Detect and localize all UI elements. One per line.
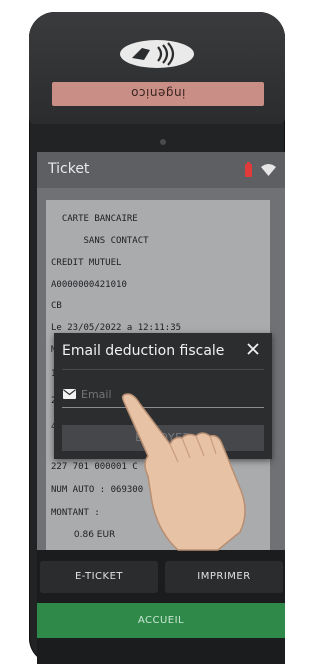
brand-strip: ingenico — [52, 82, 264, 106]
contactless-icon — [120, 40, 194, 68]
receipt-amount: 0.86 EUR — [51, 530, 116, 540]
print-button[interactable]: IMPRIMER — [165, 561, 283, 593]
receipt-line: CB — [51, 301, 62, 311]
receipt-line: A0000000421010 — [51, 280, 127, 290]
eticket-button[interactable]: E-TICKET — [40, 561, 158, 593]
mail-icon — [63, 389, 76, 399]
battery-icon — [245, 162, 252, 177]
receipt-line: SANS CONTACT — [51, 236, 149, 246]
home-button[interactable]: ACCUEIL — [37, 603, 285, 638]
divider — [62, 369, 264, 370]
app-bar: Ticket — [37, 152, 285, 188]
bottom-actions: E-TICKET IMPRIMER ACCUEIL — [37, 550, 285, 664]
receipt-line: CREDIT MUTUEL — [51, 258, 122, 268]
front-camera — [160, 139, 166, 145]
receipt-line: Le 23/05/2022 a 12:11:35 — [51, 323, 182, 333]
receipt-line: MONTANT : — [51, 508, 100, 518]
pointing-hand-icon — [121, 393, 246, 551]
close-icon[interactable] — [246, 342, 260, 356]
receipt-line: CARTE BANCAIRE — [51, 214, 138, 224]
brand-logo: ingenico — [130, 86, 186, 100]
dialog-title: Email deduction fiscale — [62, 343, 225, 359]
wifi-icon — [261, 164, 276, 176]
page-title: Ticket — [48, 161, 90, 177]
